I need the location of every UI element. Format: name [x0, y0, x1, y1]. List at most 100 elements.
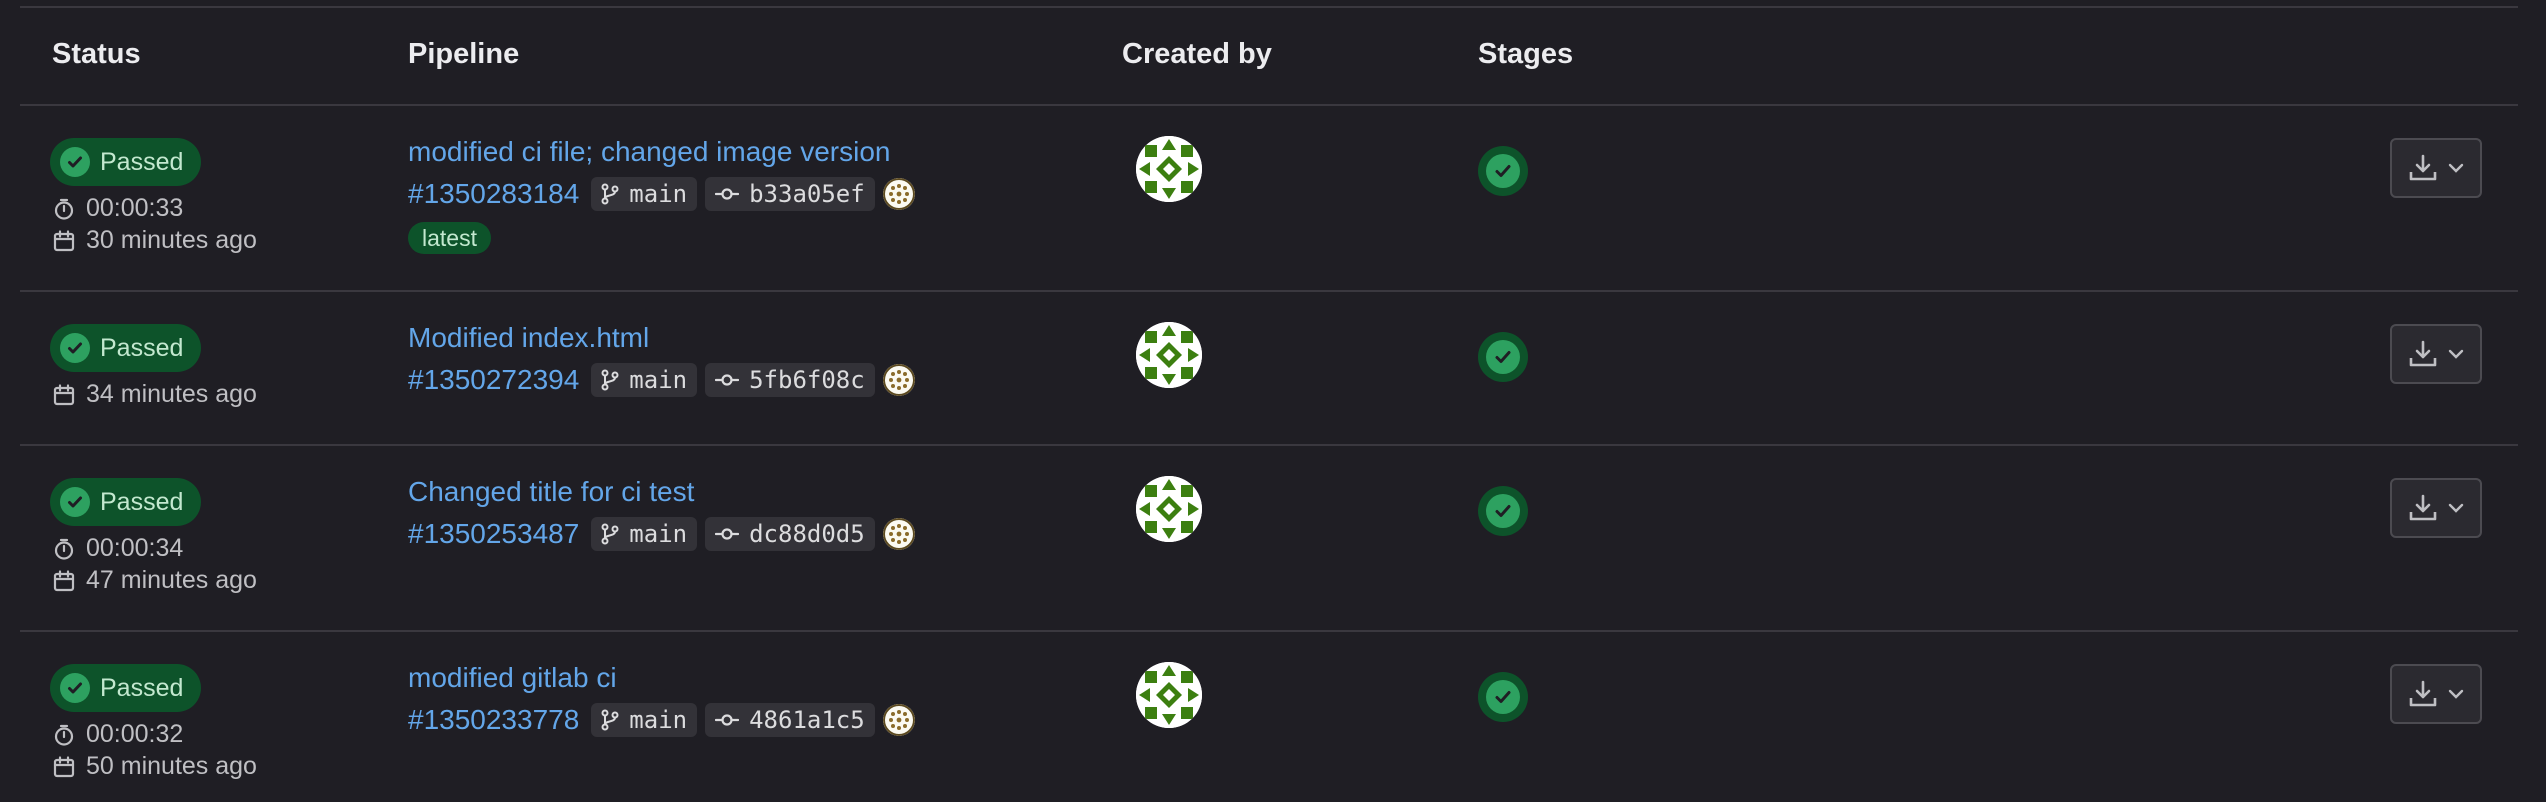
- branch-chip[interactable]: main: [591, 363, 698, 397]
- duration-text: 00:00:33: [86, 194, 184, 222]
- duration: 00:00:33: [52, 194, 183, 223]
- branch-chip[interactable]: main: [591, 517, 698, 551]
- branch-name: main: [629, 520, 688, 548]
- status-badge[interactable]: Passed: [50, 138, 202, 186]
- pipeline-id-line: #1350253487 main dc88d0d5: [408, 516, 915, 552]
- column-header-status: Status: [52, 38, 141, 70]
- duration-text: 00:00:34: [86, 534, 184, 562]
- creator-avatar[interactable]: [1136, 662, 1202, 728]
- branch-icon: [601, 369, 619, 391]
- check-circle-icon: [60, 487, 90, 517]
- creator-avatar[interactable]: [1136, 476, 1202, 542]
- timer-icon: [54, 724, 74, 746]
- table-row: Passed 34 minutes ago Modified index.htm…: [20, 292, 2518, 446]
- commit-author-avatar[interactable]: [882, 364, 915, 396]
- finished-time: 50 minutes ago: [52, 752, 257, 781]
- commit-chip[interactable]: dc88d0d5: [705, 517, 875, 551]
- finished-text: 30 minutes ago: [86, 226, 257, 254]
- table-row: Passed 00:00:33 30 minutes ago modified …: [20, 106, 2518, 292]
- calendar-icon: [53, 755, 75, 777]
- timer-icon: [54, 538, 74, 560]
- commit-chip[interactable]: b33a05ef: [705, 177, 875, 211]
- pipeline-id-line: #1350233778 main 4861a1c5: [408, 702, 915, 738]
- branch-name: main: [629, 366, 688, 394]
- artifacts-download-button[interactable]: [2390, 324, 2482, 384]
- artifacts-download-button[interactable]: [2390, 664, 2482, 724]
- finished-time: 34 minutes ago: [52, 380, 257, 409]
- branch-chip[interactable]: main: [591, 177, 698, 211]
- pipeline-id-line: #1350272394 main 5fb6f08c: [408, 362, 915, 398]
- branch-icon: [601, 709, 619, 731]
- finished-time: 30 minutes ago: [52, 226, 257, 255]
- table-row: Passed 00:00:34 47 minutes ago Changed t…: [20, 446, 2518, 632]
- table-header: Status Pipeline Created by Stages: [20, 8, 2518, 106]
- branch-icon: [601, 183, 619, 205]
- stage-status-icon[interactable]: [1478, 486, 1528, 536]
- status-badge[interactable]: Passed: [50, 324, 202, 372]
- finished-text: 34 minutes ago: [86, 380, 257, 408]
- pipeline-id-line: #1350283184 main b33a05ef: [408, 176, 915, 212]
- chevron-down-icon: [2448, 689, 2464, 699]
- calendar-icon: [53, 569, 75, 591]
- branch-icon: [601, 523, 619, 545]
- commit-chip[interactable]: 5fb6f08c: [705, 363, 875, 397]
- status-label: Passed: [100, 147, 184, 176]
- commit-author-avatar[interactable]: [882, 178, 915, 210]
- chevron-down-icon: [2448, 163, 2464, 173]
- commit-author-avatar[interactable]: [882, 518, 915, 550]
- pipeline-title-link[interactable]: Modified index.html: [408, 322, 649, 354]
- calendar-icon: [53, 229, 75, 251]
- stage-status-icon[interactable]: [1478, 332, 1528, 382]
- branch-chip[interactable]: main: [591, 703, 698, 737]
- download-icon: [2409, 340, 2437, 367]
- stage-status-icon[interactable]: [1478, 146, 1528, 196]
- commit-icon: [715, 528, 740, 540]
- duration: 00:00:34: [52, 534, 183, 563]
- column-header-pipeline: Pipeline: [408, 38, 520, 70]
- commit-author-avatar[interactable]: [882, 704, 915, 736]
- stage-status-icon[interactable]: [1478, 672, 1528, 722]
- download-icon: [2409, 154, 2437, 181]
- commit-chip[interactable]: 4861a1c5: [705, 703, 875, 737]
- chevron-down-icon: [2448, 349, 2464, 359]
- commit-sha: b33a05ef: [749, 180, 865, 208]
- creator-avatar[interactable]: [1136, 322, 1202, 388]
- latest-badge: latest: [408, 222, 491, 254]
- timer-icon: [54, 198, 74, 220]
- column-header-stages: Stages: [1478, 38, 1574, 70]
- chevron-down-icon: [2448, 503, 2464, 513]
- download-icon: [2409, 494, 2437, 521]
- pipeline-id-link[interactable]: #1350253487: [408, 518, 579, 550]
- commit-sha: dc88d0d5: [749, 520, 865, 548]
- finished-text: 50 minutes ago: [86, 752, 257, 780]
- table-row: Passed 00:00:32 50 minutes ago modified …: [20, 632, 2518, 802]
- pipeline-id-link[interactable]: #1350283184: [408, 178, 579, 210]
- download-icon: [2409, 680, 2437, 707]
- artifacts-download-button[interactable]: [2390, 138, 2482, 198]
- finished-time: 47 minutes ago: [52, 566, 257, 595]
- check-circle-icon: [60, 673, 90, 703]
- pipeline-id-link[interactable]: #1350233778: [408, 704, 579, 736]
- pipeline-title-link[interactable]: modified gitlab ci: [408, 662, 617, 694]
- commit-sha: 4861a1c5: [749, 706, 865, 734]
- pipeline-title-link[interactable]: Changed title for ci test: [408, 476, 694, 508]
- commit-icon: [715, 188, 740, 200]
- artifacts-download-button[interactable]: [2390, 478, 2482, 538]
- duration: 00:00:32: [52, 720, 183, 749]
- commit-icon: [715, 374, 740, 386]
- commit-sha: 5fb6f08c: [749, 366, 865, 394]
- calendar-icon: [53, 383, 75, 405]
- pipeline-title-link[interactable]: modified ci file; changed image version: [408, 136, 890, 168]
- status-badge[interactable]: Passed: [50, 478, 202, 526]
- duration-text: 00:00:32: [86, 720, 184, 748]
- finished-text: 47 minutes ago: [86, 566, 257, 594]
- status-label: Passed: [100, 487, 184, 516]
- column-header-created-by: Created by: [1122, 38, 1272, 70]
- creator-avatar[interactable]: [1136, 136, 1202, 202]
- status-label: Passed: [100, 673, 184, 702]
- commit-icon: [715, 714, 740, 726]
- status-badge[interactable]: Passed: [50, 664, 202, 712]
- check-circle-icon: [60, 333, 90, 363]
- pipeline-id-link[interactable]: #1350272394: [408, 364, 579, 396]
- branch-name: main: [629, 180, 688, 208]
